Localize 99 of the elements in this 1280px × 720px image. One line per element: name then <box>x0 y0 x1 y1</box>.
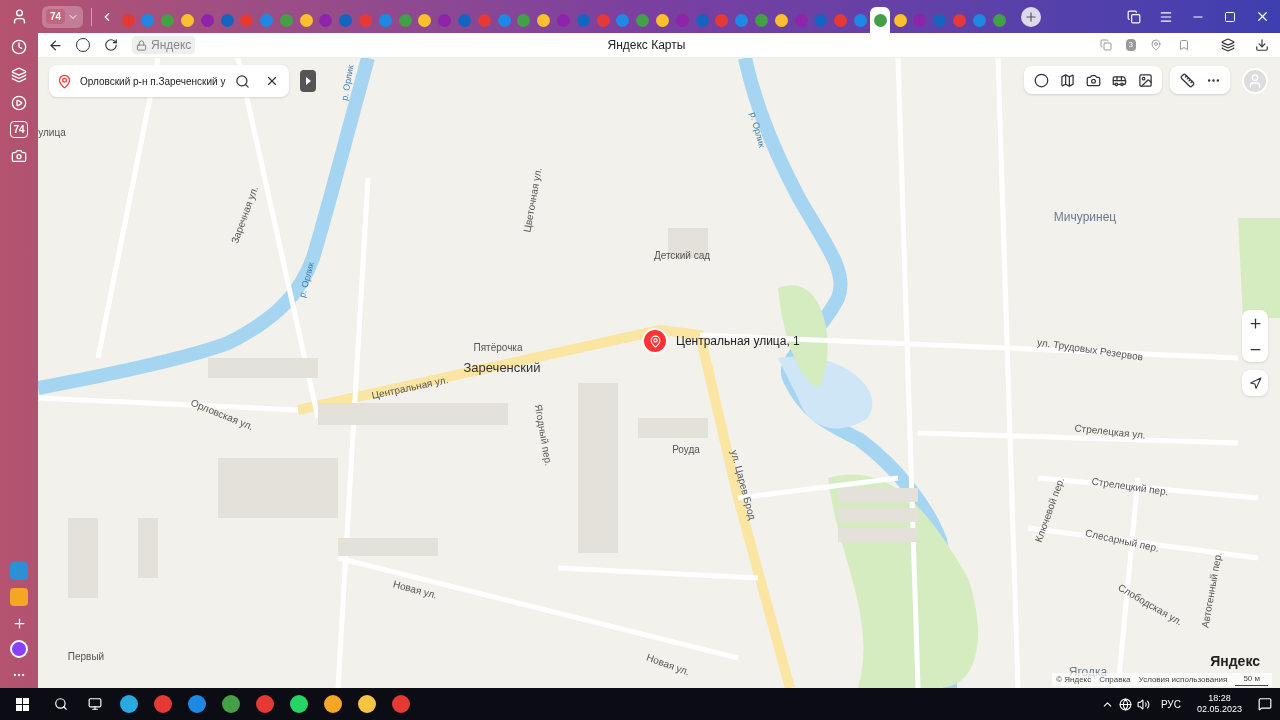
favicon-icon <box>240 13 254 27</box>
yandex-logo: Яндекс <box>1210 652 1260 671</box>
image-icon[interactable] <box>1136 72 1154 88</box>
street-label: Слесарный пер. <box>1084 528 1160 554</box>
favicon-icon <box>893 13 907 27</box>
favicon-icon <box>180 13 194 27</box>
poi-label: Детский сад <box>653 251 711 261</box>
river-label: р. Орлик <box>748 111 766 149</box>
favicon-icon <box>992 13 1006 27</box>
favicon-icon <box>359 13 373 27</box>
street-label: улица <box>38 128 66 138</box>
street-label: Стрелецкий пер. <box>1091 476 1169 498</box>
favicon-icon <box>913 13 927 27</box>
play-icon[interactable] <box>9 93 29 113</box>
search-field[interactable]: Орловский р-н п.Зареченский у <box>80 73 226 89</box>
lock-icon <box>136 39 147 51</box>
favicon-icon <box>418 13 432 27</box>
favicon-icon <box>517 13 531 27</box>
favicon-icon <box>339 13 353 27</box>
favicon-icon <box>854 13 867 27</box>
favicon-icon <box>953 13 966 27</box>
poi-label: Роуда <box>672 445 700 455</box>
favicon-icon <box>972 13 986 27</box>
favicon-icon <box>458 13 472 27</box>
favicon-icon <box>299 13 313 27</box>
street-label: Автогенный пер. <box>1200 551 1224 629</box>
favicon-icon <box>141 13 155 27</box>
pin-icon <box>57 73 72 89</box>
language-indicator[interactable]: РУС <box>1160 696 1181 712</box>
new-tab-button[interactable] <box>1021 6 1041 27</box>
map-icon[interactable] <box>1058 72 1076 88</box>
favicon-icon <box>378 13 392 27</box>
camera-icon[interactable] <box>1084 72 1102 88</box>
place-label: Ягодка <box>1068 666 1108 678</box>
marker-label: Центральная улица, 1 <box>676 333 800 350</box>
page-title: Яндекс Карты <box>607 37 686 54</box>
favicon-icon <box>715 13 729 27</box>
location-marker-icon[interactable] <box>642 328 668 354</box>
sidebar-badge[interactable]: 74 <box>10 121 28 138</box>
footer-link[interactable]: Условия использования <box>1138 673 1228 686</box>
navigation-arrow-icon <box>1248 376 1262 390</box>
history-icon[interactable] <box>9 37 29 57</box>
network-icon[interactable] <box>1116 697 1135 711</box>
tab-counter[interactable]: 74 <box>42 5 84 28</box>
favicon-icon <box>537 13 551 27</box>
collapse-button[interactable] <box>300 70 316 92</box>
street-label: Стрелецкая ул. <box>1073 423 1147 441</box>
poi-label: Первый <box>67 652 105 662</box>
circle-icon[interactable] <box>1032 72 1050 88</box>
favicon-icon <box>121 13 135 27</box>
favicon-icon <box>873 13 887 27</box>
street-label: Ягодный пер. <box>532 403 554 467</box>
scale-label: 50 м <box>1235 673 1268 686</box>
favicon-icon <box>735 13 749 27</box>
assistant-icon[interactable] <box>10 640 28 658</box>
favicon-icon <box>576 13 590 27</box>
favicon-icon <box>279 13 293 27</box>
street-label: ул. Царев Брод <box>728 449 758 521</box>
river-label: р. Орлик <box>340 64 356 102</box>
reload-icon[interactable] <box>102 38 120 52</box>
favicon-icon <box>834 13 848 27</box>
favicon-icon <box>398 13 412 27</box>
favicon-icon <box>596 13 610 27</box>
browser-tab[interactable] <box>870 7 891 33</box>
street-label: Новая ул. <box>645 652 691 678</box>
search-icon[interactable] <box>233 73 252 89</box>
favicon-icon <box>675 13 689 27</box>
favicon-icon <box>814 13 828 27</box>
street-label: ул. Трудовых Резервов <box>1036 337 1144 363</box>
favicon-icon <box>200 13 214 27</box>
favicon-icon <box>319 13 333 27</box>
favicon-icon <box>933 13 947 27</box>
favicon-icon <box>477 13 491 27</box>
favicon-icon <box>497 13 511 27</box>
favicon-icon <box>438 13 452 27</box>
favicon-icon <box>260 13 274 27</box>
locate-button[interactable] <box>1242 370 1268 396</box>
clock[interactable]: 18:28 02.05.2023 <box>1196 692 1242 716</box>
street-label: Новая ул. <box>391 579 439 601</box>
favicon-icon <box>695 13 709 27</box>
volume-icon[interactable] <box>1134 697 1153 711</box>
favicon-icon <box>794 13 808 27</box>
favicon-icon <box>616 13 630 27</box>
poi-label: Пятёрочка <box>473 343 523 353</box>
favicon-icon <box>557 13 571 27</box>
favicon-icon <box>161 13 175 27</box>
ruler-icon[interactable] <box>1178 72 1196 88</box>
favicon-icon <box>774 13 788 27</box>
collections-icon[interactable] <box>9 65 29 85</box>
river-label: р. Орлик <box>298 261 316 299</box>
favicon-icon <box>636 13 650 27</box>
favicon-icon <box>220 13 234 27</box>
favicon-icon <box>755 13 768 27</box>
place-label: Мичуринец <box>1053 211 1117 223</box>
place-label: Зареченский <box>463 360 541 374</box>
plus-icon <box>1024 9 1038 24</box>
favicon-icon <box>656 13 670 27</box>
street-label: Цветочная ул. <box>522 166 544 234</box>
pin-icon[interactable] <box>1148 39 1164 51</box>
